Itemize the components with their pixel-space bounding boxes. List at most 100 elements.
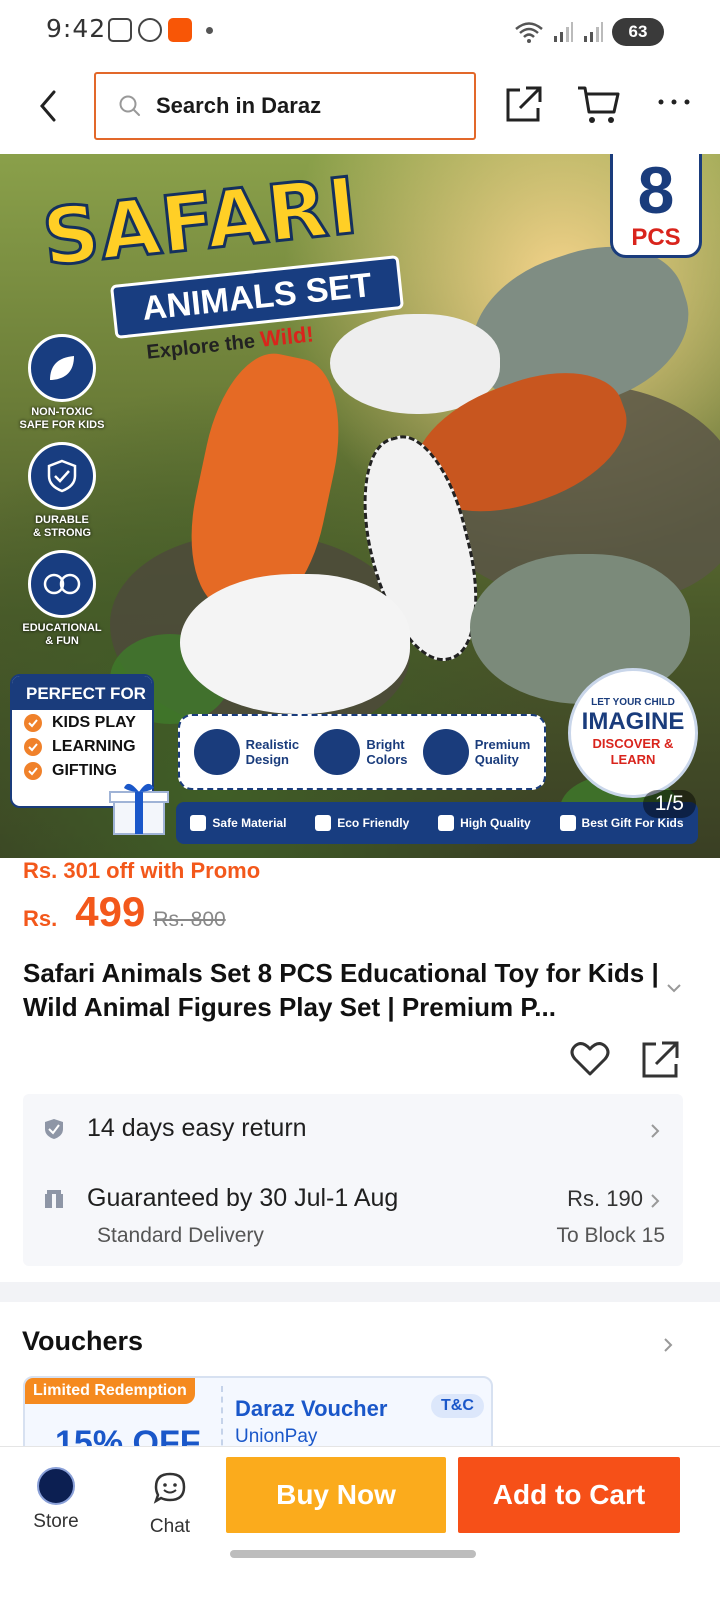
delivery-destination: To Block 15 bbox=[556, 1224, 665, 1247]
strip-item: Eco Friendly bbox=[315, 815, 409, 831]
feature-durable: DURABLE & STRONG bbox=[16, 442, 108, 540]
delivery-box-icon bbox=[45, 1190, 63, 1208]
store-logo-icon bbox=[37, 1467, 75, 1505]
cow-figure bbox=[180, 574, 410, 714]
app-root: 9:42 63 Search in Daraz SAFARI ANIMALS S… bbox=[0, 0, 720, 1600]
wifi-icon bbox=[515, 22, 543, 43]
perfect-for-heading: PERFECT FOR bbox=[12, 676, 152, 710]
image-page-counter: 1/5 bbox=[642, 790, 696, 818]
feature-non-toxic: NON-TOXIC SAFE FOR KIDS bbox=[16, 334, 108, 432]
vouchers-chevron-icon[interactable] bbox=[662, 1336, 674, 1354]
bag-icon bbox=[422, 729, 469, 775]
product-image-carousel[interactable]: SAFARI ANIMALS SET Explore the Wild! 8 P… bbox=[0, 154, 720, 858]
section-divider bbox=[0, 1282, 720, 1302]
status-time: 9:42 bbox=[46, 14, 107, 43]
product-title: Safari Animals Set 8 PCS Educational Toy… bbox=[23, 958, 659, 1022]
product-share-icon[interactable] bbox=[640, 1040, 680, 1080]
leaf-icon bbox=[315, 815, 332, 831]
medal-icon bbox=[438, 815, 455, 831]
imagine-title: IMAGINE bbox=[581, 708, 685, 735]
shield-check-icon bbox=[28, 442, 96, 510]
system-icons: 63 bbox=[514, 18, 664, 46]
tagline-text: Explore the bbox=[145, 330, 257, 364]
check-icon bbox=[24, 762, 42, 780]
quality-badges: Realistic Design Bright Colors Premium Qual… bbox=[178, 714, 546, 790]
strip-item: Safe Material bbox=[190, 815, 286, 831]
shield-check-icon bbox=[45, 1119, 63, 1139]
voucher-sub: UnionPay bbox=[235, 1426, 318, 1447]
battery-indicator: 63 bbox=[612, 18, 664, 46]
imagine-line1: DISCOVER & bbox=[592, 736, 674, 751]
voucher-name: Daraz Voucher bbox=[235, 1396, 388, 1421]
more-options-icon[interactable] bbox=[656, 92, 692, 112]
wishlist-heart-icon[interactable] bbox=[570, 1040, 610, 1078]
return-policy-text: 14 days easy return bbox=[87, 1114, 307, 1142]
feature-label: DURABLE & STRONG bbox=[32, 514, 92, 539]
feature-educational: EDUCATIONAL & FUN bbox=[16, 550, 108, 648]
tagline-emphasis: Wild! bbox=[258, 321, 315, 352]
search-placeholder: Search in Daraz bbox=[156, 93, 322, 118]
hand-icon bbox=[193, 729, 240, 775]
bottom-action-bar: Store Chat Buy Now Add to Cart bbox=[0, 1446, 720, 1600]
kids-icon bbox=[28, 550, 96, 618]
cart-icon[interactable] bbox=[576, 84, 622, 126]
chat-label: Chat bbox=[149, 1516, 191, 1537]
return-policy-row[interactable]: 14 days easy return bbox=[23, 1094, 683, 1164]
signal-icon-2 bbox=[584, 22, 603, 42]
limited-redemption-badge: Limited Redemption bbox=[25, 1378, 195, 1404]
leaf-icon bbox=[28, 334, 96, 402]
price-currency: Rs. bbox=[23, 906, 58, 931]
original-price: Rs. 800 bbox=[153, 908, 226, 931]
imagine-top: LET YOUR CHILD bbox=[591, 697, 675, 708]
price-row: Rs. 499 Rs. 800 bbox=[23, 888, 226, 936]
voucher-card[interactable]: Limited Redemption 15% OFF Daraz Voucher… bbox=[23, 1376, 493, 1456]
strip-item: High Quality bbox=[438, 815, 531, 831]
quality-realistic: Realistic Design bbox=[193, 729, 299, 775]
notification-icons bbox=[108, 18, 213, 42]
pcs-badge: 8 PCS bbox=[610, 154, 702, 258]
share-icon[interactable] bbox=[502, 84, 544, 126]
status-bar: 9:42 63 bbox=[0, 0, 720, 62]
top-nav-bar: Search in Daraz bbox=[0, 62, 720, 152]
chat-icon bbox=[153, 1472, 186, 1504]
chevron-right-icon bbox=[651, 1124, 660, 1138]
check-icon bbox=[24, 738, 42, 756]
safari-logo: SAFARI ANIMALS SET Explore the Wild! bbox=[18, 160, 418, 364]
voucher-tc-button[interactable]: T&C bbox=[431, 1394, 484, 1418]
search-icon bbox=[119, 95, 140, 116]
delivery-row[interactable]: Guaranteed by 30 Jul-1 Aug Standard Deli… bbox=[23, 1166, 683, 1266]
store-label: Store bbox=[33, 1511, 79, 1532]
check-icon bbox=[24, 714, 42, 732]
signal-icon bbox=[554, 22, 573, 42]
promo-label[interactable]: Rs. 301 off with Promo bbox=[23, 858, 260, 884]
perfect-for-item: LEARNING bbox=[12, 734, 152, 758]
home-indicator[interactable] bbox=[230, 1550, 476, 1558]
feature-strip: Safe Material Eco Friendly High Quality … bbox=[176, 802, 698, 844]
pcs-label: PCS bbox=[631, 224, 681, 251]
service-info-box: 14 days easy return Guaranteed by 30 Jul… bbox=[23, 1094, 683, 1266]
shield-icon bbox=[190, 815, 207, 831]
whatsapp-icon bbox=[138, 18, 162, 42]
chat-button[interactable]: Chat bbox=[140, 1471, 200, 1538]
store-button[interactable]: Store bbox=[26, 1467, 86, 1533]
more-notifications-dot bbox=[206, 26, 213, 34]
screenshot-icon bbox=[108, 18, 132, 42]
perfect-for-item: KIDS PLAY bbox=[12, 710, 152, 734]
back-arrow-icon[interactable] bbox=[30, 86, 70, 126]
quality-bright: Bright Colors bbox=[314, 729, 408, 775]
add-to-cart-button[interactable]: Add to Cart bbox=[458, 1457, 680, 1533]
quality-premium: Premium Quality bbox=[422, 729, 530, 775]
delivery-type: Standard Delivery bbox=[97, 1224, 264, 1247]
pcs-number: 8 bbox=[637, 154, 675, 227]
imagine-badge: LET YOUR CHILD IMAGINE DISCOVER & LEARN bbox=[568, 668, 698, 798]
vouchers-heading: Vouchers bbox=[22, 1326, 144, 1356]
search-input[interactable]: Search in Daraz bbox=[94, 72, 476, 140]
gift-box-icon bbox=[109, 783, 169, 835]
buy-now-button[interactable]: Buy Now bbox=[226, 1457, 446, 1533]
imagine-line2: LEARN bbox=[610, 752, 656, 767]
delivery-guarantee: Guaranteed by 30 Jul-1 Aug bbox=[87, 1184, 399, 1212]
feature-label: EDUCATIONAL & FUN bbox=[22, 622, 102, 647]
gift-icon bbox=[559, 815, 576, 831]
feature-label: NON-TOXIC SAFE FOR KIDS bbox=[19, 406, 105, 431]
expand-title-chevron-icon[interactable] bbox=[664, 980, 684, 996]
